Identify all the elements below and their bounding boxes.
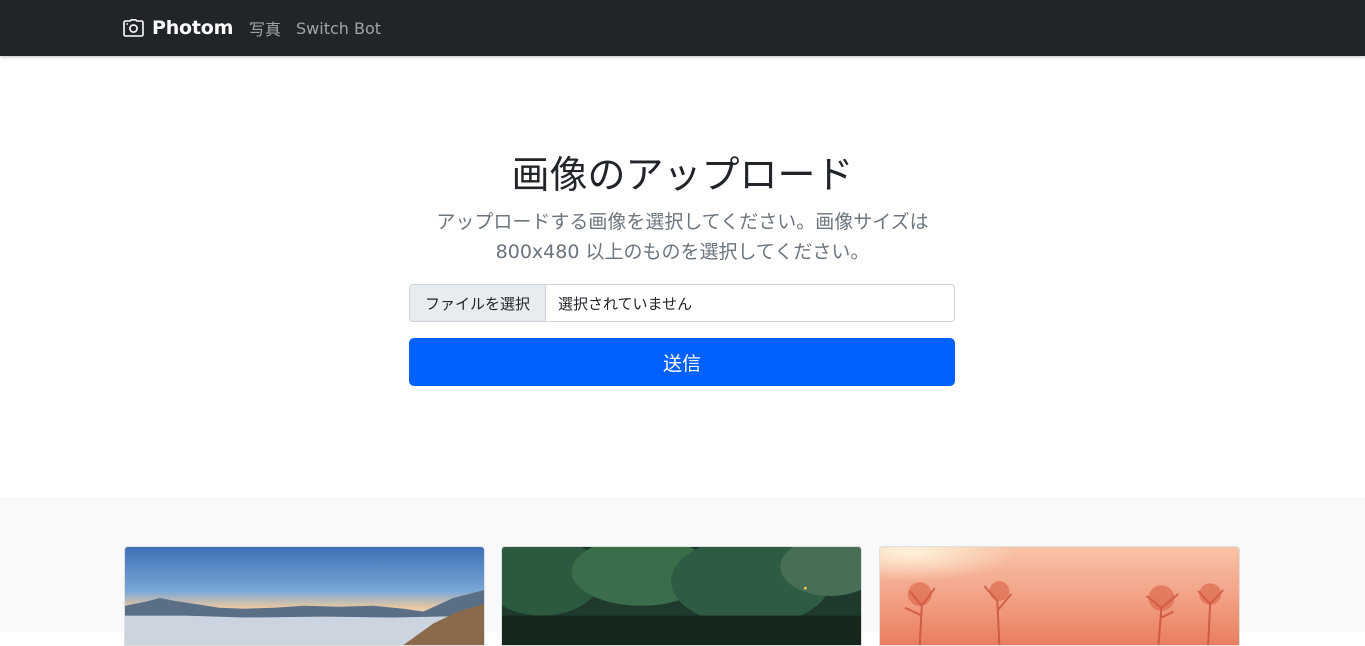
instructions-line-2: 800x480 以上のものを選択してください。 (495, 241, 870, 263)
nav-link-switch-bot[interactable]: Switch Bot (296, 19, 381, 38)
red-misty-trees-photo (880, 547, 1239, 645)
page-title: 画像のアップロード (511, 153, 854, 197)
brand-link[interactable]: Photom (123, 0, 233, 56)
photo-card-mountain[interactable] (124, 546, 485, 646)
photo-gallery (0, 497, 1365, 646)
mountain-sunrise-photo (125, 547, 484, 645)
forest-photo (502, 547, 861, 645)
navbar: Photom 写真 Switch Bot (0, 0, 1365, 56)
nav-link-photos[interactable]: 写真 (249, 16, 281, 40)
camera-icon (123, 19, 144, 37)
upload-instructions: アップロードする画像を選択してください。画像サイズは 800x480 以上のもの… (410, 207, 955, 267)
brand-name: Photom (152, 17, 234, 39)
file-status-text: 選択されていません (558, 294, 693, 313)
file-input[interactable]: ファイルを選択 選択されていません (409, 284, 955, 322)
photo-card-forest[interactable] (501, 546, 862, 646)
nav-links: 写真 Switch Bot (249, 0, 381, 56)
upload-hero: 画像のアップロード アップロードする画像を選択してください。画像サイズは 800… (0, 56, 1365, 497)
instructions-line-1: アップロードする画像を選択してください。画像サイズは (436, 211, 929, 233)
choose-file-button[interactable]: ファイルを選択 (410, 285, 546, 321)
submit-button[interactable]: 送信 (409, 338, 955, 386)
photo-card-red-trees[interactable] (879, 546, 1240, 646)
